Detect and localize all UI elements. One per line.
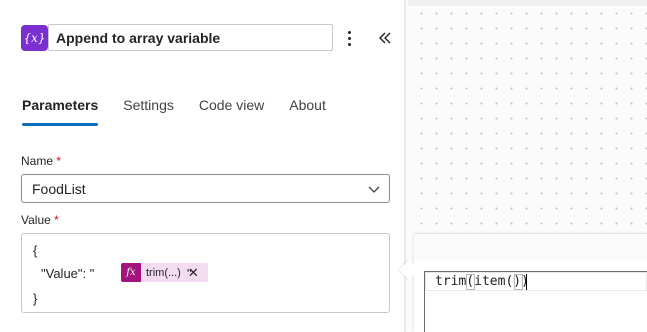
value-editor[interactable]: { "Value": " fx trim(...) ✕ " } [21,233,390,313]
name-select-value: FoodList [32,181,86,197]
tab-about[interactable]: About [289,96,326,130]
variable-icon: {x} [21,25,48,51]
token-label: trim(...) [146,266,181,279]
more-vertical-icon-dot [347,36,351,40]
code-line-close-quote: " [187,266,192,281]
tab-settings[interactable]: Settings [123,96,174,130]
tab-code-view[interactable]: Code view [199,96,264,130]
action-details-panel: {x} Parameters Settings Code view About … [0,0,404,332]
expression-token[interactable]: fx trim(...) ✕ [121,263,208,282]
value-label-text: Value [21,213,51,227]
name-select[interactable]: FoodList [21,174,390,203]
double-chevron-left-icon [379,32,391,44]
more-vertical-icon-dot [347,30,351,34]
more-options-button[interactable] [340,26,358,50]
code-line-close-brace: } [33,291,38,306]
tab-list: Parameters Settings Code view About [22,96,351,130]
function-icon: fx [121,263,141,282]
code-line-value-key: "Value": " [41,266,95,281]
text-cursor [526,274,527,290]
expression-text[interactable]: trim(item()) [435,274,529,289]
canvas-top-bar [408,0,647,6]
value-field-label: Value * [21,213,59,227]
name-label-text: Name [21,154,54,168]
code-line-open-brace: { [33,243,38,258]
required-mark: * [54,213,59,227]
more-vertical-icon-dot [347,42,351,46]
required-mark: * [56,154,62,168]
chevron-down-icon [368,186,380,193]
collapse-panel-button[interactable] [375,26,395,50]
tab-parameters[interactable]: Parameters [22,96,99,130]
name-field-label: Name * [21,154,61,168]
expression-popup-header [414,234,647,260]
action-title-input[interactable] [48,24,333,51]
